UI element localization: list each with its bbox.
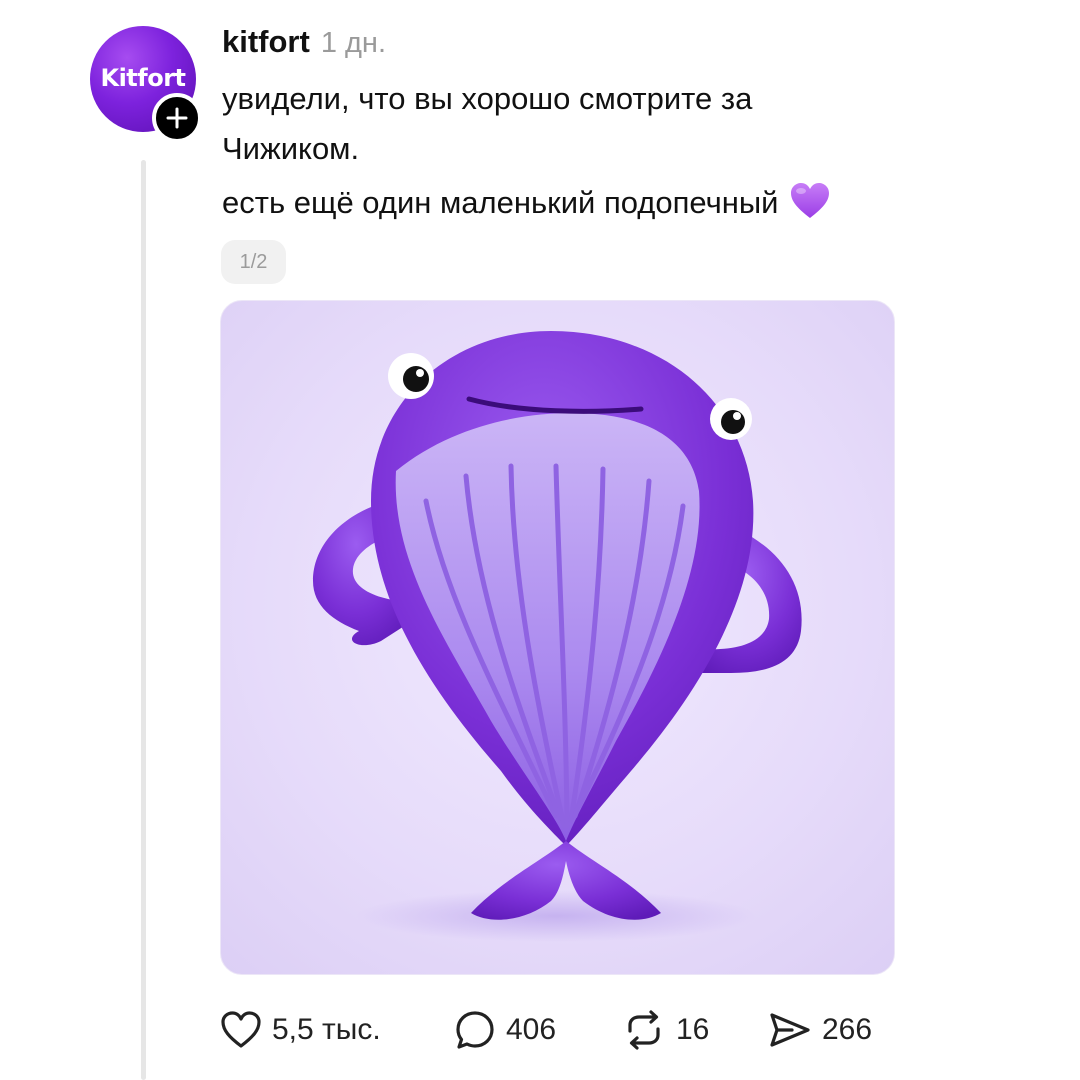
- purple-heart-icon: [789, 181, 831, 236]
- comment-button[interactable]: 406: [454, 1004, 556, 1056]
- comment-bubble-icon: [456, 1011, 494, 1049]
- post-text-line-2: Чижиком.: [222, 131, 360, 166]
- like-button[interactable]: 5,5 тыс.: [220, 1004, 381, 1056]
- plus-icon: [166, 107, 188, 129]
- like-count: 5,5 тыс.: [272, 1013, 381, 1046]
- post-image[interactable]: [220, 300, 895, 975]
- post-text-line-1: увидели, что вы хорошо смотрите за: [222, 81, 753, 116]
- repost-icon: [628, 1010, 660, 1050]
- repost-count: 16: [676, 1013, 710, 1046]
- repost-button[interactable]: 16: [622, 1004, 709, 1056]
- post-text-line-3: есть ещё один маленький подопечный: [222, 178, 1042, 236]
- username[interactable]: kitfort: [222, 24, 310, 60]
- send-icon: [770, 1013, 810, 1047]
- post-actions: 5,5 тыс. 406 16 266: [220, 1004, 920, 1056]
- whale-mascot-illustration: [313, 331, 802, 942]
- thread-line: [141, 160, 146, 1080]
- heart-icon: [221, 1011, 261, 1048]
- post-timestamp: 1 дн.: [320, 27, 387, 59]
- share-button[interactable]: 266: [768, 1004, 872, 1056]
- comment-count: 406: [506, 1013, 557, 1046]
- post-header: kitfort 1 дн.: [222, 24, 386, 64]
- post-text-line-3-label: есть ещё один маленький подопечный: [222, 185, 779, 220]
- avatar-logo-text: Kitfort: [100, 64, 186, 92]
- media-pager: 1/2: [221, 240, 286, 284]
- follow-button[interactable]: [152, 93, 202, 143]
- share-count: 266: [822, 1013, 873, 1046]
